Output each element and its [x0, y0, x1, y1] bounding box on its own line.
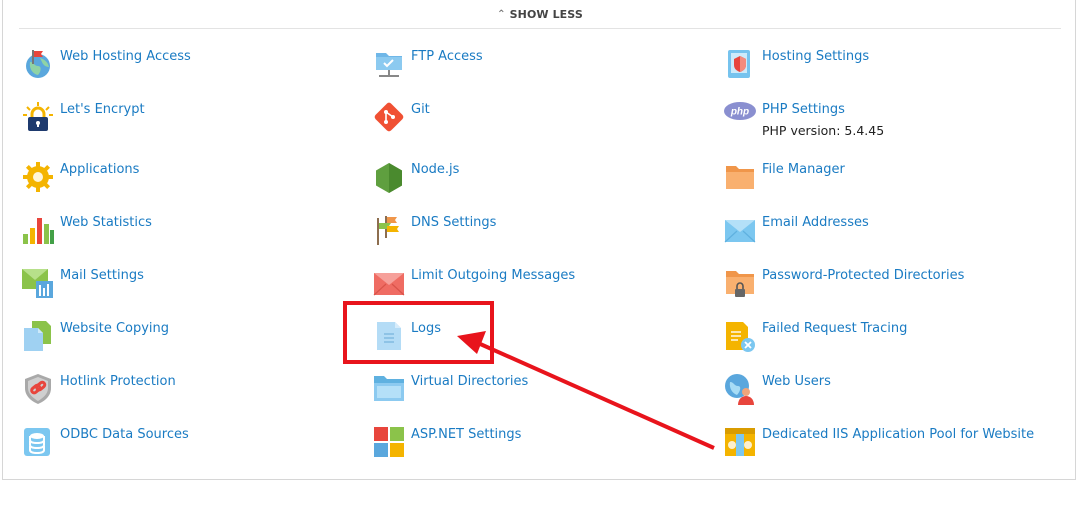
tool-label[interactable]: ODBC Data Sources — [60, 427, 189, 443]
log-document-icon — [373, 320, 405, 352]
tool-label[interactable]: Password-Protected Directories — [762, 268, 964, 284]
tool-label[interactable]: Failed Request Tracing — [762, 321, 907, 337]
tool-label[interactable]: FTP Access — [411, 49, 483, 65]
tool-aspnet-settings[interactable]: ASP.NET Settings — [373, 426, 521, 458]
tool-label[interactable]: Applications — [60, 162, 139, 178]
tool-virtual-directories[interactable]: Virtual Directories — [373, 373, 528, 405]
tool-web-hosting-access[interactable]: Web Hosting Access — [22, 48, 191, 80]
aspnet-windows-icon — [373, 426, 405, 458]
tool-limit-outgoing-messages[interactable]: Limit Outgoing Messages — [373, 267, 575, 299]
dns-flags-icon — [373, 214, 405, 246]
copy-pages-icon — [22, 320, 54, 352]
tool-website-copying[interactable]: Website Copying — [22, 320, 169, 352]
tool-label[interactable]: Virtual Directories — [411, 374, 528, 390]
php-version-text: PHP version: 5.4.45 — [762, 123, 885, 138]
tool-label[interactable]: Git — [411, 102, 430, 118]
divider — [19, 28, 1061, 29]
tool-web-users[interactable]: Web Users — [724, 373, 831, 405]
gear-icon — [22, 161, 54, 193]
tool-label[interactable]: Email Addresses — [762, 215, 869, 231]
tool-web-statistics[interactable]: Web Statistics — [22, 214, 152, 246]
hosting-settings-icon — [724, 48, 756, 80]
iis-pool-icon — [724, 426, 756, 458]
tool-logs[interactable]: Logs — [373, 320, 441, 352]
tool-email-addresses[interactable]: Email Addresses — [724, 214, 869, 246]
tool-label[interactable]: Dedicated IIS Application Pool for Websi… — [762, 427, 1034, 443]
tool-php-settings[interactable]: php PHP Settings PHP version: 5.4.45 — [724, 101, 884, 138]
tool-label[interactable]: Mail Settings — [60, 268, 144, 284]
tool-label[interactable]: File Manager — [762, 162, 845, 178]
tool-password-protected-directories[interactable]: Password-Protected Directories — [724, 267, 964, 299]
tool-label[interactable]: Web Hosting Access — [60, 49, 191, 65]
failed-request-icon — [724, 320, 756, 352]
ftp-folder-icon — [373, 48, 405, 80]
hotlink-shield-icon — [22, 373, 54, 405]
folder-icon — [724, 161, 756, 193]
git-icon — [373, 101, 405, 133]
tool-mail-settings[interactable]: Mail Settings — [22, 267, 144, 299]
tool-label[interactable]: PHP Settings — [762, 102, 884, 118]
red-envelope-icon — [373, 267, 405, 299]
bar-chart-icon — [22, 214, 54, 246]
show-less-bar: ⌃ SHOW LESS — [3, 0, 1077, 28]
show-less-label: SHOW LESS — [509, 7, 583, 21]
mail-settings-icon — [22, 267, 54, 299]
database-icon — [22, 426, 54, 458]
globe-flag-icon — [22, 48, 54, 80]
tool-label[interactable]: Limit Outgoing Messages — [411, 268, 575, 284]
tool-lets-encrypt[interactable]: Let's Encrypt — [22, 101, 145, 133]
tool-nodejs[interactable]: Node.js — [373, 161, 459, 193]
tool-dns-settings[interactable]: DNS Settings — [373, 214, 496, 246]
chevron-up-icon: ⌃ — [497, 8, 506, 20]
tool-hotlink-protection[interactable]: Hotlink Protection — [22, 373, 176, 405]
tool-label[interactable]: Website Copying — [60, 321, 169, 337]
tool-hosting-settings[interactable]: Hosting Settings — [724, 48, 869, 80]
tool-label[interactable]: Web Users — [762, 374, 831, 390]
tool-label[interactable]: Node.js — [411, 162, 459, 178]
locked-folder-icon — [724, 267, 756, 299]
tool-applications[interactable]: Applications — [22, 161, 139, 193]
show-less-button[interactable]: ⌃ SHOW LESS — [497, 8, 583, 21]
tool-file-manager[interactable]: File Manager — [724, 161, 845, 193]
tool-git[interactable]: Git — [373, 101, 430, 133]
tool-label[interactable]: Web Statistics — [60, 215, 152, 231]
lock-icon — [22, 101, 54, 133]
tool-failed-request-tracing[interactable]: Failed Request Tracing — [724, 320, 907, 352]
php-icon: php — [724, 101, 756, 133]
tool-label[interactable]: Hotlink Protection — [60, 374, 176, 390]
virtual-folder-icon — [373, 373, 405, 405]
envelope-icon — [724, 214, 756, 246]
nodejs-icon — [373, 161, 405, 193]
tool-label[interactable]: ASP.NET Settings — [411, 427, 521, 443]
tool-odbc-data-sources[interactable]: ODBC Data Sources — [22, 426, 189, 458]
tool-label[interactable]: Logs — [411, 321, 441, 337]
tool-dedicated-iis-pool[interactable]: Dedicated IIS Application Pool for Websi… — [724, 426, 1034, 458]
tool-ftp-access[interactable]: FTP Access — [373, 48, 483, 80]
web-users-icon — [724, 373, 756, 405]
tool-label[interactable]: Hosting Settings — [762, 49, 869, 65]
svg-text:php: php — [730, 107, 749, 118]
tool-label[interactable]: Let's Encrypt — [60, 102, 145, 118]
tool-label[interactable]: DNS Settings — [411, 215, 496, 231]
